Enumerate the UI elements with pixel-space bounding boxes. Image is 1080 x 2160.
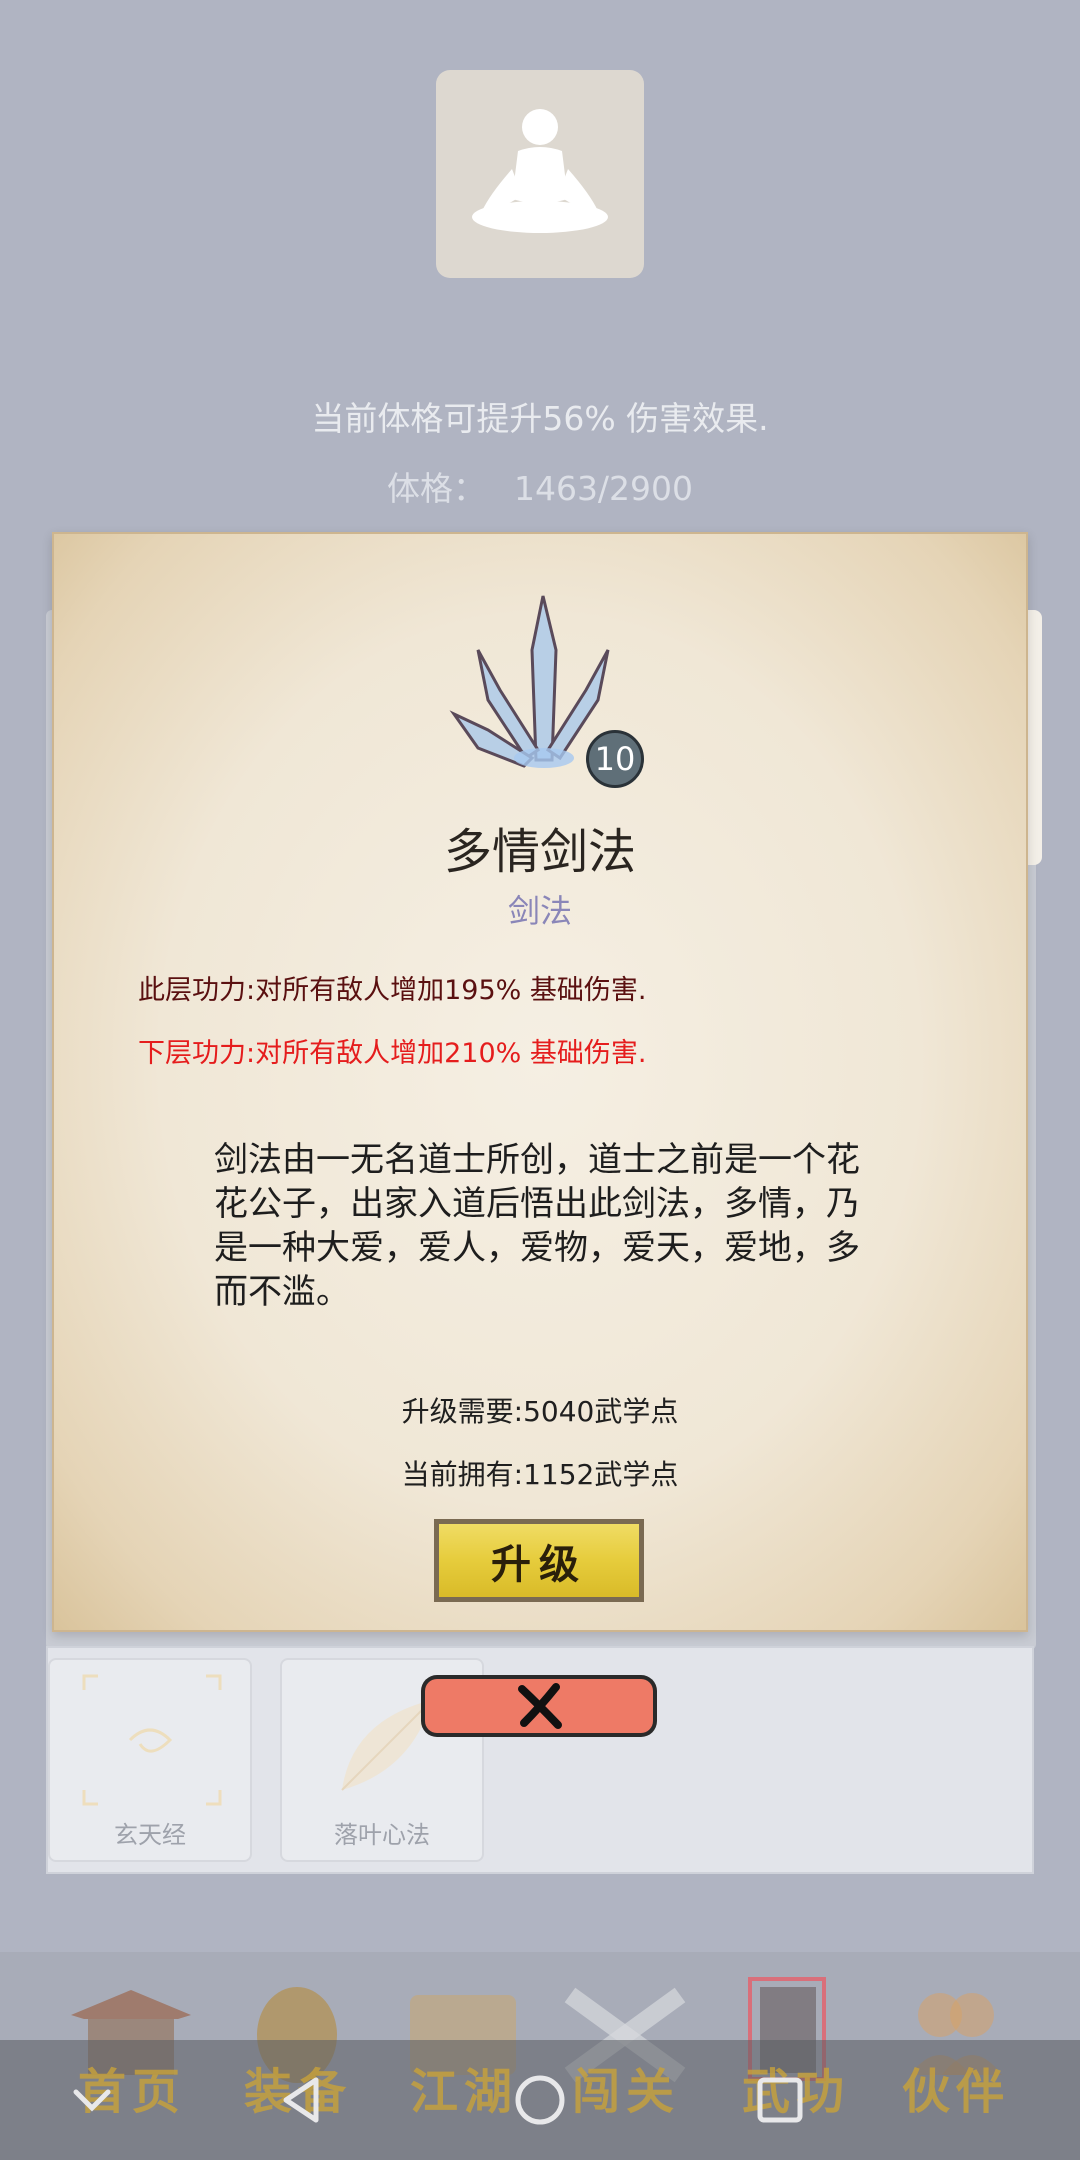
hide-keyboard-button[interactable] (62, 2070, 122, 2130)
skill-card-xuantianjing[interactable]: 玄天经 (48, 1658, 252, 1862)
spiral-rune-icon (82, 1674, 222, 1806)
skill-level-badge: 10 (586, 730, 644, 788)
back-triangle-icon (283, 2077, 319, 2123)
body-stat-value: 1463/2900 (513, 469, 694, 508)
upgrade-cost: 升级需要:5040武学点 (401, 1395, 679, 1428)
meditation-avatar (436, 70, 644, 278)
body-stat-label: 体格： (386, 469, 486, 508)
skill-description: 剑法由一无名道士所创，道士之前是一个花花公子，出家入道后悟出此剑法，多情，乃是一… (214, 1140, 860, 1312)
recents-square-icon (757, 2077, 803, 2123)
body-stat: 体格： 1463/2900 (0, 462, 1080, 510)
points-owned: 当前拥有:1152武学点 (401, 1458, 679, 1491)
close-icon (518, 1683, 562, 1729)
home-button[interactable] (510, 2070, 570, 2130)
nav-partners-label[interactable]: 伙伴 (866, 2052, 1046, 2122)
skill-type: 剑法 (507, 892, 572, 930)
skill-card-label: 玄天经 (114, 1821, 186, 1849)
back-button[interactable] (272, 2070, 332, 2130)
chevron-down-icon (73, 2089, 111, 2112)
close-button[interactable] (421, 1675, 657, 1737)
meditating-figure-icon (472, 109, 608, 233)
upgrade-button-label: 升级 (439, 1524, 639, 1597)
upgrade-button[interactable]: 升级 (434, 1519, 644, 1602)
current-layer-effect: 此层功力:对所有敌人增加195% 基础伤害. (138, 975, 647, 1006)
home-circle-icon (515, 2075, 565, 2125)
next-layer-effect: 下层功力:对所有敌人增加210% 基础伤害. (138, 1038, 647, 1069)
damage-bonus-text: 当前体格可提升56% 伤害效果. (311, 399, 769, 438)
recents-button[interactable] (750, 2070, 810, 2130)
skill-name: 多情剑法 (443, 824, 636, 880)
skill-card-label: 落叶心法 (334, 1821, 430, 1849)
